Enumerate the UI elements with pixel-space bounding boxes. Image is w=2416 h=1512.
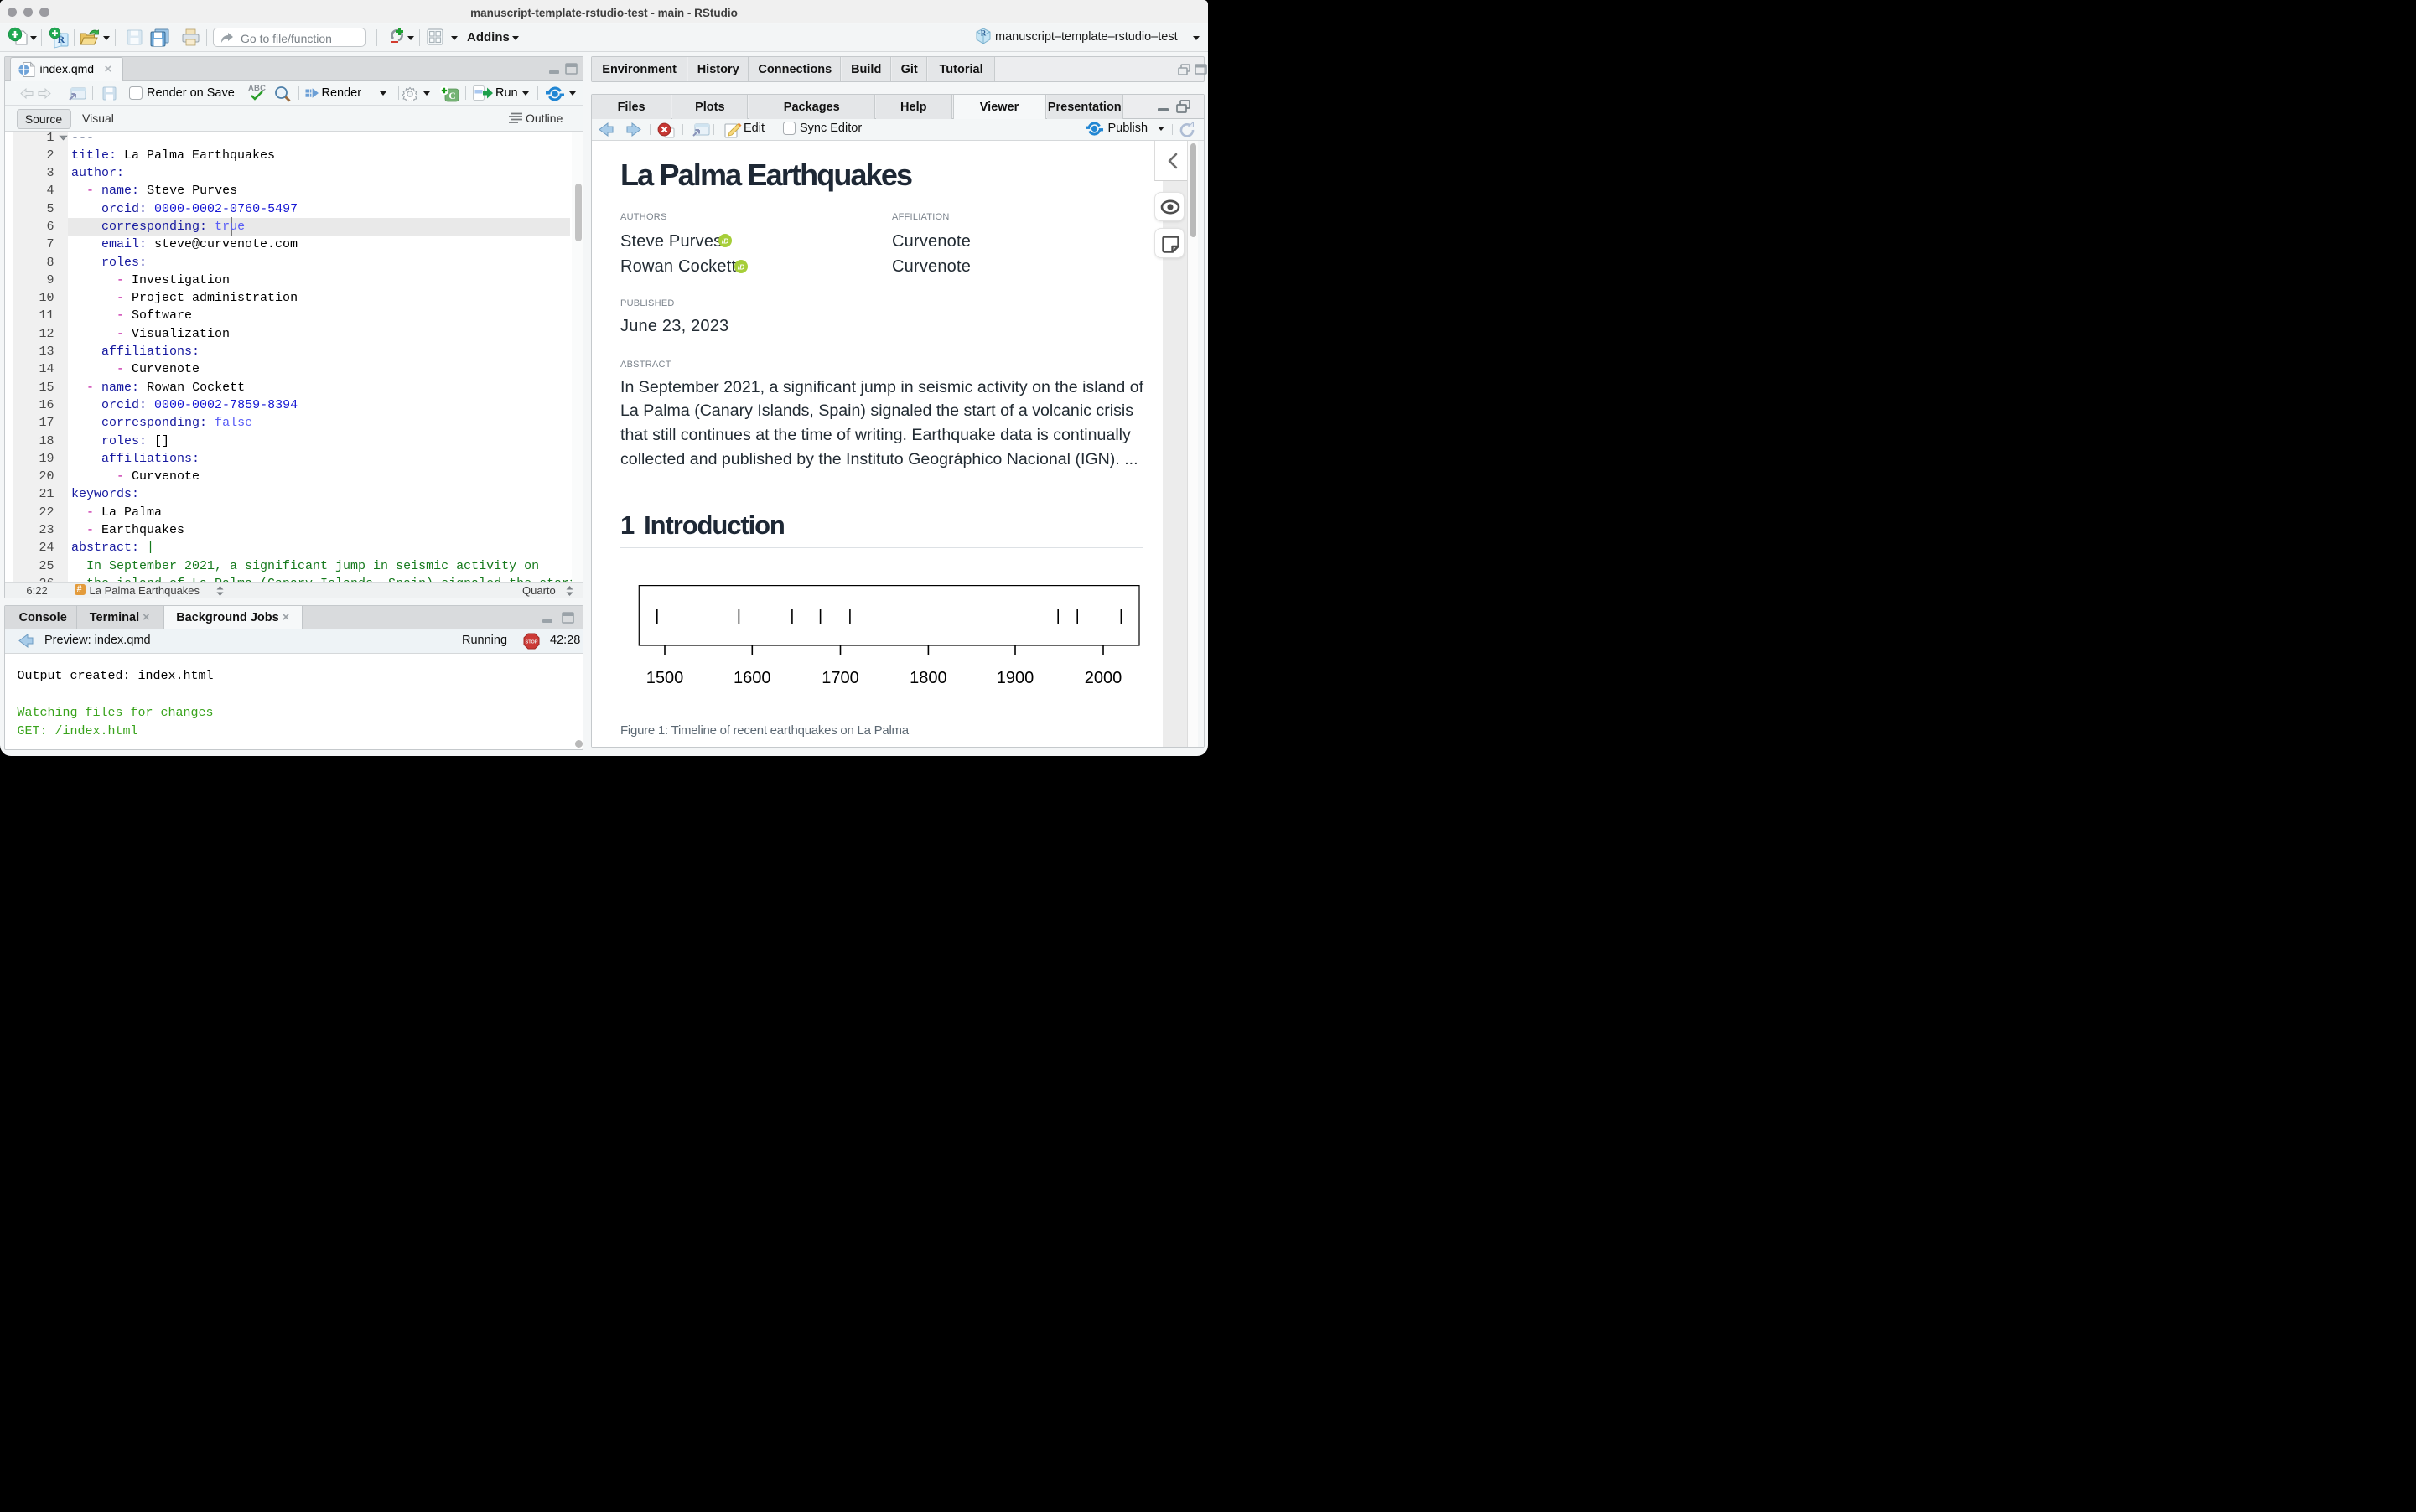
svg-text:R: R xyxy=(981,29,987,38)
svg-text:1600: 1600 xyxy=(734,669,771,687)
svg-text:iD: iD xyxy=(737,262,744,271)
svg-text:1800: 1800 xyxy=(910,669,947,687)
svg-text:STOP: STOP xyxy=(526,640,538,645)
svg-text:iD: iD xyxy=(722,237,729,246)
svg-text:2000: 2000 xyxy=(1085,669,1122,687)
svg-text:1700: 1700 xyxy=(822,669,859,687)
svg-text:1500: 1500 xyxy=(646,669,684,687)
svg-text:C: C xyxy=(448,91,455,101)
svg-text:1900: 1900 xyxy=(997,669,1034,687)
